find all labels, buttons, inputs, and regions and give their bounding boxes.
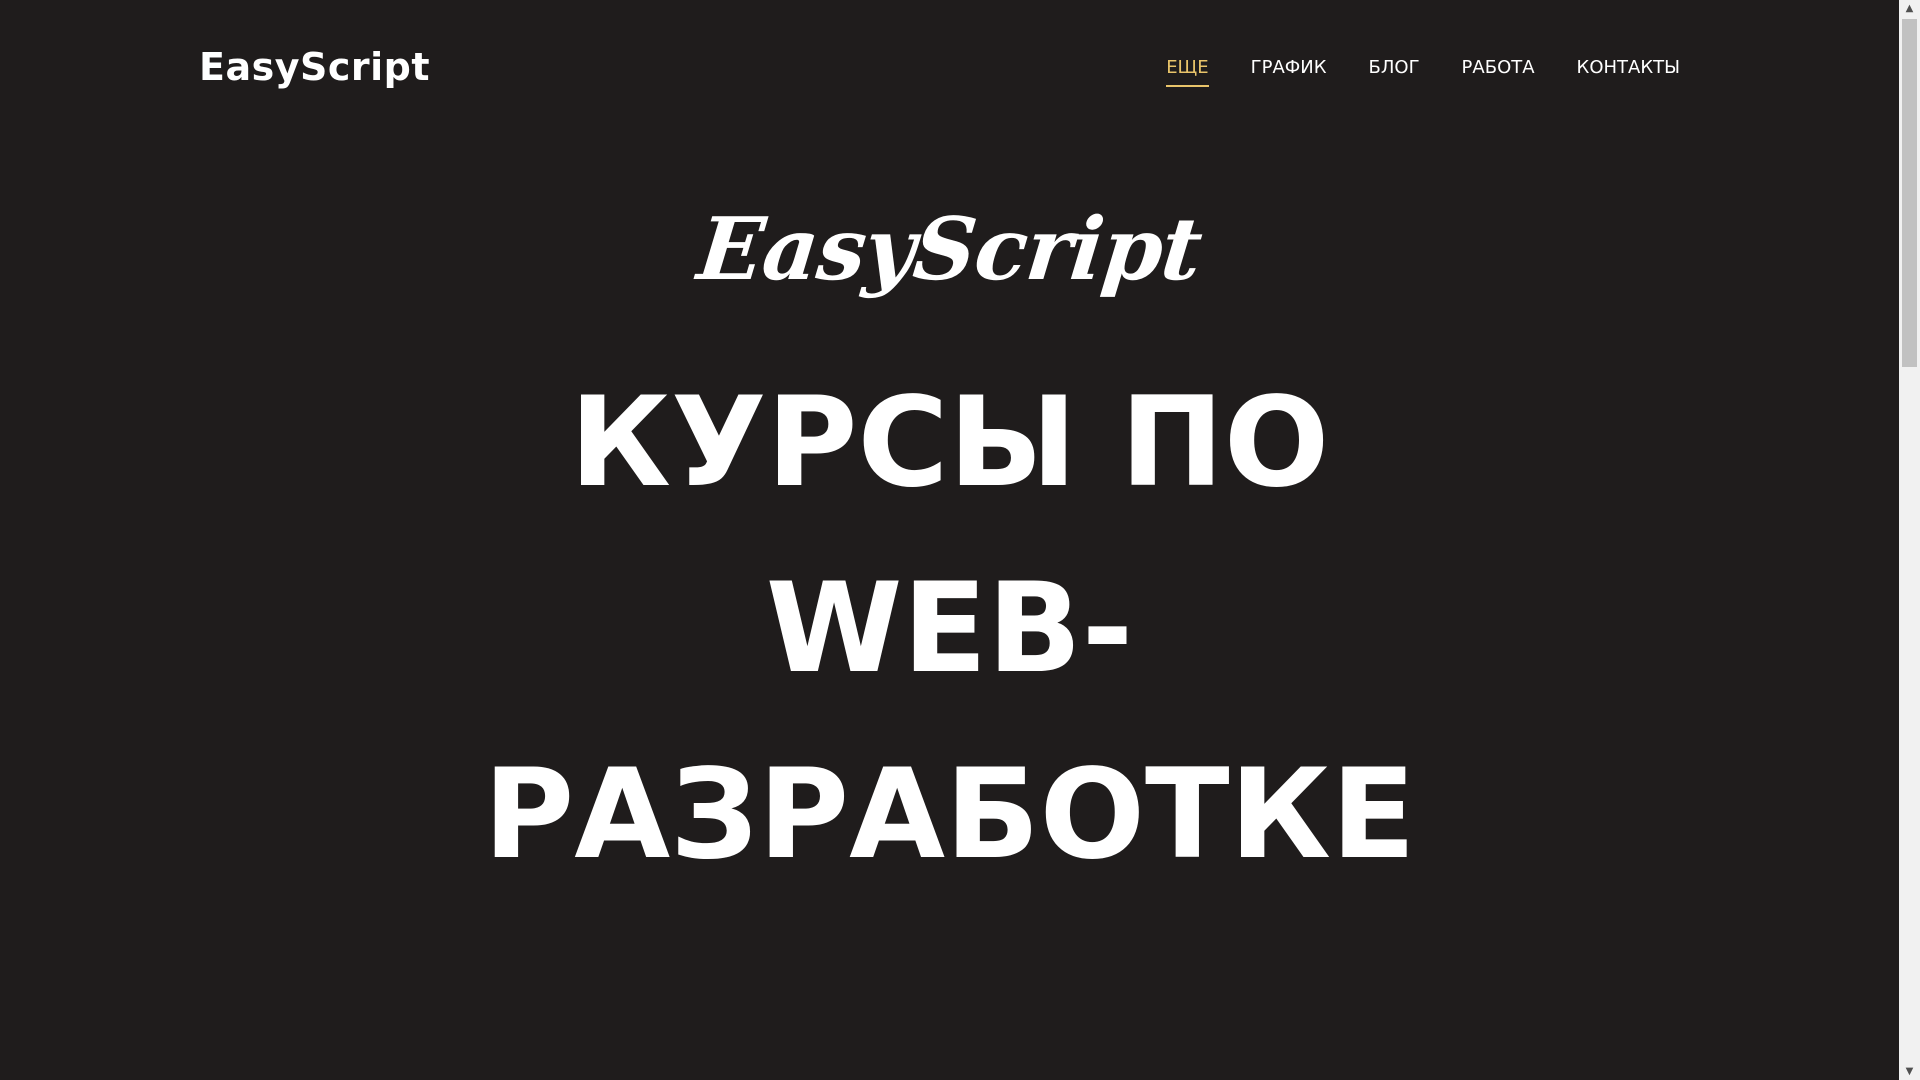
nav-item-blog[interactable]: БЛОГ bbox=[1369, 54, 1420, 87]
hero-script-logo: EasyScript bbox=[693, 199, 1206, 300]
hero-title-line-2: WEB- bbox=[765, 557, 1134, 701]
vertical-scrollbar[interactable]: ▲ ▼ bbox=[1899, 0, 1920, 1080]
main-nav: ЕЩЕ ГРАФИК БЛОГ РАБОТА КОНТАКТЫ bbox=[1166, 54, 1680, 87]
nav-item-more[interactable]: ЕЩЕ bbox=[1166, 54, 1209, 87]
scroll-down-icon[interactable]: ▼ bbox=[1899, 1063, 1920, 1080]
nav-item-jobs[interactable]: РАБОТА bbox=[1462, 54, 1535, 87]
nav-item-contacts[interactable]: КОНТАКТЫ bbox=[1577, 54, 1680, 87]
site-header: EasyScript ЕЩЕ ГРАФИК БЛОГ РАБОТА КОНТАК… bbox=[0, 0, 1899, 140]
page: EasyScript ЕЩЕ ГРАФИК БЛОГ РАБОТА КОНТАК… bbox=[0, 0, 1920, 1080]
site-logo[interactable]: EasyScript bbox=[199, 42, 430, 92]
scrollbar-thumb[interactable] bbox=[1902, 19, 1917, 367]
nav-item-schedule[interactable]: ГРАФИК bbox=[1251, 54, 1327, 87]
hero-title: КУРСЫ ПО WEB- РАЗРАБОТКЕ bbox=[0, 350, 1899, 908]
hero-title-line-3: РАЗРАБОТКЕ bbox=[483, 743, 1416, 887]
scroll-up-icon[interactable]: ▲ bbox=[1899, 0, 1920, 17]
hero-title-line-1: КУРСЫ ПО bbox=[569, 371, 1330, 515]
viewport: EasyScript ЕЩЕ ГРАФИК БЛОГ РАБОТА КОНТАК… bbox=[0, 0, 1899, 1080]
